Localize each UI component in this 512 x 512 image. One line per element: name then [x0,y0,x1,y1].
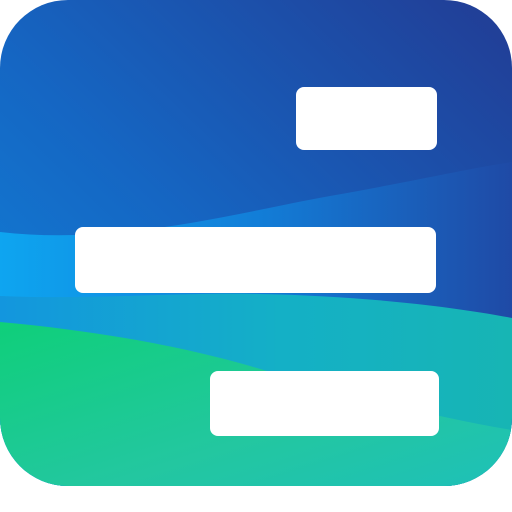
timeline-bars-icon [0,0,512,486]
app-icon [0,0,512,512]
bar-top [296,87,437,150]
bar-middle [75,227,436,293]
bar-bottom [210,371,439,436]
